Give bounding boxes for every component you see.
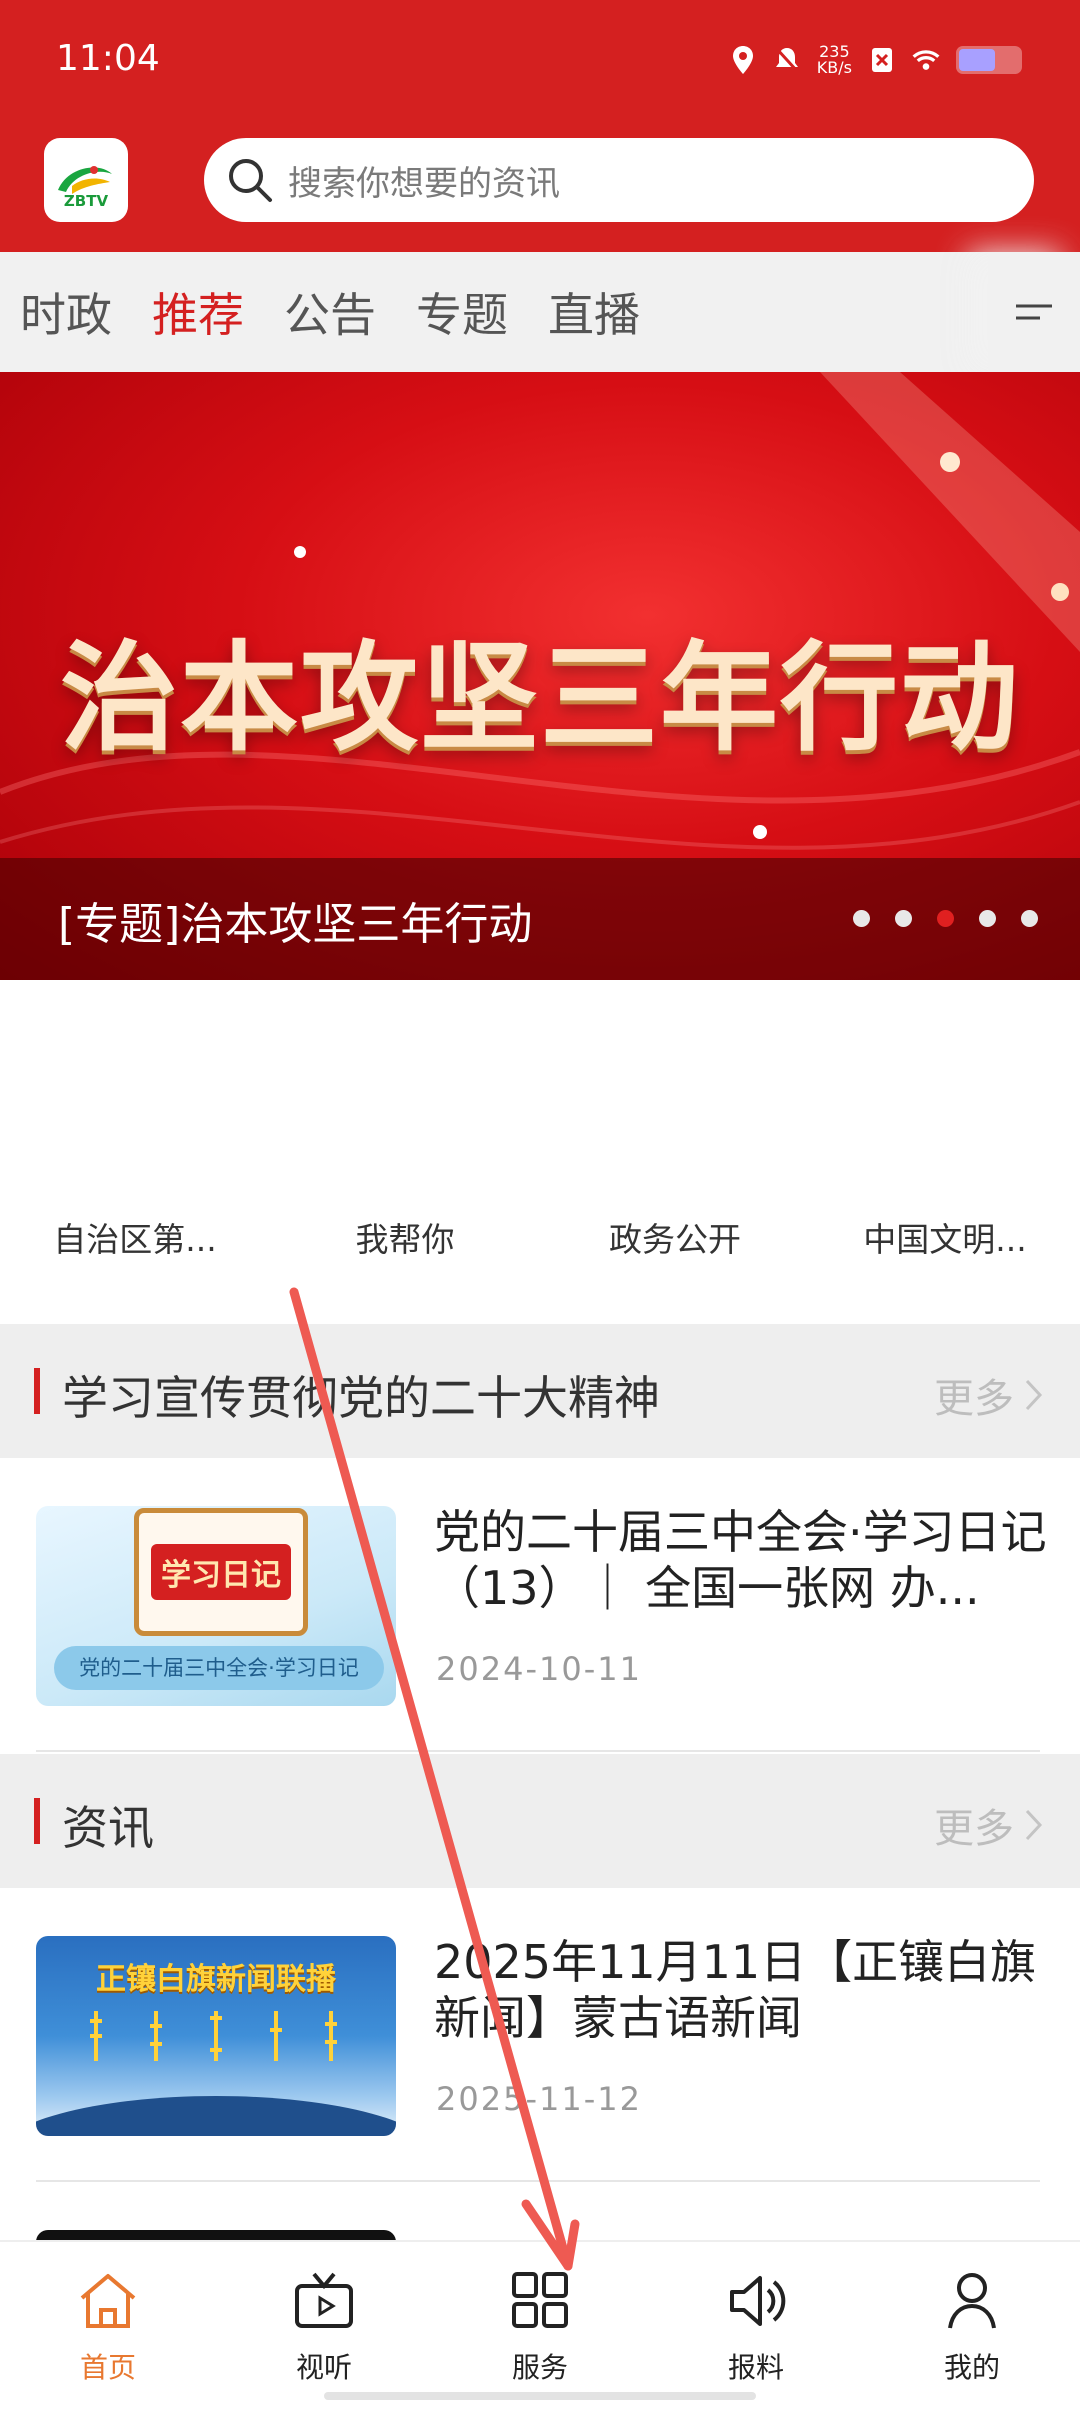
thumbnail-title: 正镶白旗新闻联播	[96, 1962, 336, 1997]
sim-off-icon	[868, 46, 896, 74]
quick-links: 自治区第... 我帮你 政务公开 中国文明...	[0, 1190, 1080, 1290]
carousel-dot[interactable]	[937, 910, 954, 927]
nav-label: 我的	[943, 2351, 1000, 2384]
carousel-dot[interactable]	[979, 910, 996, 927]
more-button[interactable]: 更多	[934, 1366, 1044, 1424]
search-bar[interactable]: 搜索你想要的资讯	[204, 138, 1034, 222]
news-item[interactable]: 学习日记 党的二十届三中全会·学习日记 党的二十届三中全会·学习日记（13）｜ …	[0, 1458, 1080, 1752]
tab-gonggao[interactable]: 公告	[284, 279, 376, 345]
carousel-dot[interactable]	[853, 910, 870, 927]
status-icons: 235 KB/s	[729, 44, 1022, 76]
thumbnail-caption: 党的二十届三中全会·学习日记	[54, 1646, 384, 1690]
news-title: 党的二十届三中全会·学习日记（13）｜ 全国一张网 办...	[434, 1505, 1047, 1615]
user-icon	[948, 2273, 996, 2329]
nav-label: 报料	[727, 2351, 784, 2384]
tab-shizheng[interactable]: 时政	[20, 279, 112, 345]
chevron-right-icon	[1025, 1379, 1043, 1411]
search-icon	[220, 150, 280, 210]
section-accent-bar	[34, 1798, 40, 1844]
nav-report[interactable]: 报料	[648, 2242, 864, 2410]
quick-link-china-civilization[interactable]: 中国文明...	[810, 1190, 1080, 1290]
logo-text: ZBTV	[63, 192, 109, 210]
banner-carousel[interactable]: 治本攻坚三年行动 [专题]治本攻坚三年行动	[0, 372, 1080, 980]
section-header-study: 学习宣传贯彻党的二十大精神 更多	[0, 1324, 1080, 1458]
nav-media[interactable]: 视听	[216, 2242, 432, 2410]
carousel-dots	[853, 910, 1038, 927]
battery-icon	[956, 46, 1022, 74]
news-title: 2025年11月11日【正镶白旗新闻】蒙古语新闻	[434, 1935, 1037, 2045]
status-time: 11:04	[56, 38, 160, 79]
nav-label: 服务	[511, 2351, 568, 2384]
banner-caption: [专题]治本攻坚三年行动	[58, 899, 533, 950]
app-logo[interactable]: ZBTV	[44, 138, 128, 222]
more-button[interactable]: 更多	[934, 1796, 1044, 1854]
more-label: 更多	[934, 1806, 1014, 1852]
nav-label: 首页	[79, 2351, 136, 2384]
globe-decoration	[36, 2096, 396, 2136]
speaker-icon	[730, 2276, 786, 2326]
channel-tabs: 时政 推荐 公告 专题 直播	[0, 252, 1080, 372]
tab-tuijian[interactable]: 推荐	[152, 279, 244, 345]
quick-link-autonomous-region[interactable]: 自治区第...	[0, 1190, 270, 1290]
news-thumbnail: 学习日记 党的二十届三中全会·学习日记	[36, 1506, 396, 1706]
net-speed: 235 KB/s	[816, 42, 852, 77]
news-item[interactable]: 正镶白旗新闻联播 2025年11月11日【正镶白旗新闻】蒙古语新闻 2025-1…	[0, 1888, 1080, 2182]
search-placeholder: 搜索你想要的资讯	[288, 163, 560, 204]
carousel-dot[interactable]	[895, 910, 912, 927]
news-date: 2024-10-11	[436, 1650, 642, 1688]
section-title: 学习宣传贯彻党的二十大精神	[62, 1371, 660, 1425]
banner-caption-bar: [专题]治本攻坚三年行动	[0, 858, 1080, 980]
nav-home[interactable]: 首页	[0, 2242, 216, 2410]
mute-icon	[773, 46, 801, 74]
menu-icon	[1016, 304, 1052, 320]
tab-menu-button[interactable]	[988, 252, 1080, 372]
nav-profile[interactable]: 我的	[864, 2242, 1080, 2410]
carousel-dot[interactable]	[1021, 910, 1038, 927]
chevron-right-icon	[1025, 1809, 1043, 1841]
divider	[36, 2180, 1040, 2182]
news-thumbnail: 正镶白旗新闻联播	[36, 1936, 396, 2136]
thumbnail-title: 学习日记	[151, 1544, 291, 1600]
grid-icon	[512, 2272, 568, 2328]
tv-icon	[295, 2272, 353, 2328]
home-indicator	[324, 2392, 756, 2400]
battery-level	[959, 49, 995, 71]
tab-zhuanti[interactable]: 专题	[416, 279, 508, 345]
wifi-icon	[912, 46, 940, 74]
section-title: 资讯	[62, 1801, 154, 1855]
home-icon	[80, 2274, 136, 2328]
quick-link-gov-affairs[interactable]: 政务公开	[540, 1190, 810, 1290]
bottom-navigation: 首页 视听 服务 报料 我的	[0, 2240, 1080, 2410]
news-date: 2025-11-12	[436, 2080, 642, 2118]
more-label: 更多	[934, 1376, 1014, 1422]
nav-label: 视听	[295, 2351, 352, 2384]
divider	[36, 1750, 1040, 1752]
mongolian-script-decoration	[76, 2006, 356, 2066]
location-icon	[729, 46, 757, 74]
banner-image-text: 治本攻坚三年行动	[59, 629, 1020, 767]
section-header-news: 资讯 更多	[0, 1754, 1080, 1888]
tab-zhibo[interactable]: 直播	[548, 279, 640, 345]
quick-link-help-you[interactable]: 我帮你	[270, 1190, 540, 1290]
section-accent-bar	[34, 1368, 40, 1414]
nav-services[interactable]: 服务	[432, 2242, 648, 2410]
